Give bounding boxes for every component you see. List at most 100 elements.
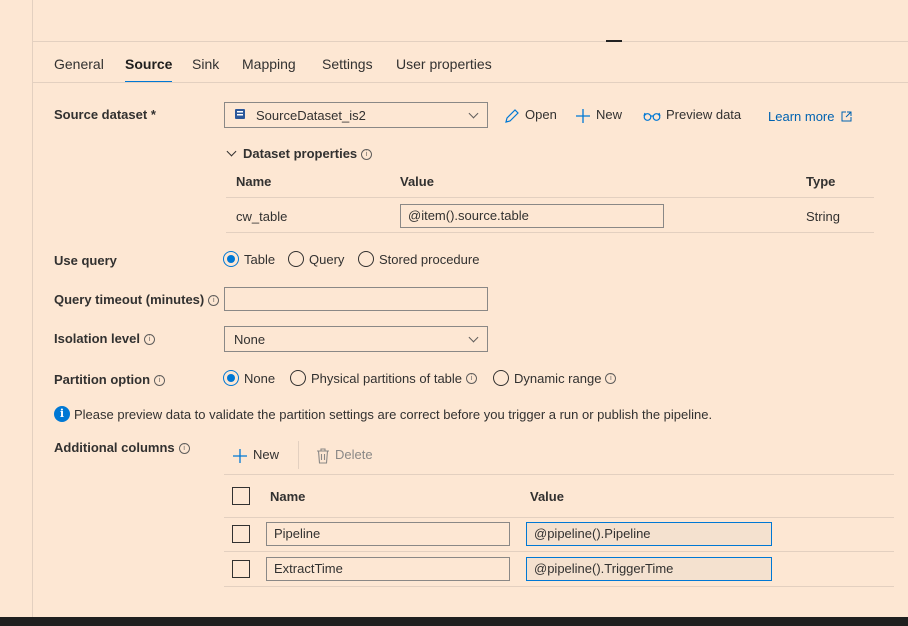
info-icon: i [605, 372, 617, 384]
database-icon [235, 109, 245, 119]
plus-icon [576, 108, 590, 123]
dp-row-value-input[interactable]: @item().source.table [400, 204, 664, 228]
ac-row-divider [224, 551, 894, 552]
minimize-icon[interactable] [606, 40, 622, 42]
tab-settings[interactable]: Settings [322, 56, 373, 72]
source-dataset-dropdown[interactable]: SourceDataset_is2 [224, 102, 488, 128]
tab-mapping[interactable]: Mapping [242, 56, 296, 72]
radio-query-label: Query [309, 251, 345, 267]
panel-top-divider [33, 41, 908, 42]
radio-stored-procedure[interactable]: Stored procedure [358, 251, 479, 267]
info-filled-icon: i [54, 406, 70, 422]
new-label: New [596, 107, 623, 122]
isolation-level-text: Isolation level [54, 331, 140, 346]
ac-header-value: Value [530, 489, 564, 504]
ac-row-value-input[interactable]: @pipeline().TriggerTime [526, 557, 772, 581]
isolation-level-value: None [234, 332, 266, 347]
delete-column-button[interactable]: Delete [316, 447, 373, 464]
additional-columns-label: Additional columns i [54, 440, 190, 455]
new-dataset-button[interactable]: New [575, 107, 622, 124]
radio-table-label: Table [244, 251, 276, 267]
info-icon: i [178, 443, 190, 454]
row-checkbox[interactable] [232, 560, 250, 578]
tabs-divider [33, 82, 908, 83]
delete-column-label: Delete [335, 447, 373, 462]
chevron-down-icon [468, 332, 479, 343]
isolation-level-label: Isolation level i [54, 331, 155, 346]
info-icon: i [208, 295, 220, 306]
partition-option-label: Partition option i [54, 372, 166, 387]
dp-row-type: String [806, 209, 840, 224]
ac-row-divider [224, 586, 894, 587]
radio-physical-partitions-label: Physical partitions of table [311, 370, 463, 386]
row-checkbox[interactable] [232, 525, 250, 543]
dp-header-type: Type [806, 174, 836, 189]
add-column-button[interactable]: New [232, 447, 279, 464]
info-icon: i [361, 149, 373, 160]
partition-notice: i Please preview data to validate the pa… [54, 406, 712, 422]
info-icon: i [154, 375, 166, 386]
select-all-checkbox[interactable] [232, 487, 250, 505]
open-label: Open [525, 107, 557, 122]
bottom-bar [0, 617, 908, 626]
tab-source[interactable]: Source [125, 56, 173, 83]
radio-physical-partitions[interactable]: Physical partitions of table i [290, 370, 478, 386]
radio-unselected-icon [493, 370, 509, 386]
radio-unselected-icon [288, 251, 304, 267]
source-dataset-label: Source dataset * [54, 107, 156, 122]
preview-label: Preview data [666, 107, 742, 122]
learn-more-link[interactable]: Learn more [768, 109, 852, 124]
plus-icon [233, 448, 247, 463]
ac-toolbar-divider [224, 474, 894, 475]
radio-dynamic-range-label: Dynamic range [514, 370, 602, 386]
ac-row-value-input[interactable]: @pipeline().Pipeline [526, 522, 772, 546]
query-timeout-input[interactable] [224, 287, 488, 311]
info-icon: i [143, 334, 155, 345]
tab-sink[interactable]: Sink [192, 56, 219, 72]
preview-data-button[interactable]: Preview data [643, 107, 741, 122]
info-icon: i [466, 372, 478, 384]
ac-row-name-input[interactable]: ExtractTime [266, 557, 510, 581]
radio-unselected-icon [290, 370, 306, 386]
tab-user-properties[interactable]: User properties [396, 56, 492, 72]
radio-dynamic-range[interactable]: Dynamic range i [493, 370, 617, 386]
external-link-icon [841, 111, 852, 122]
open-button[interactable]: Open [504, 107, 557, 124]
source-dataset-value: SourceDataset_is2 [256, 108, 366, 123]
chevron-down-icon [468, 108, 479, 119]
partition-option-text: Partition option [54, 372, 151, 387]
radio-selected-icon [223, 251, 239, 267]
tab-general[interactable]: General [54, 56, 104, 72]
learn-more-label: Learn more [768, 109, 835, 124]
ac-row-name-input[interactable]: Pipeline [266, 522, 510, 546]
radio-partition-none[interactable]: None [223, 370, 275, 386]
radio-query[interactable]: Query [288, 251, 344, 267]
radio-selected-icon [223, 370, 239, 386]
add-column-label: New [253, 447, 280, 462]
pencil-icon [505, 108, 519, 123]
ac-header-divider [224, 517, 894, 518]
use-query-label: Use query [54, 253, 117, 268]
dp-header-name: Name [236, 174, 272, 189]
dp-row-name: cw_table [236, 209, 288, 224]
dataset-properties-label: Dataset properties [243, 146, 358, 161]
isolation-level-dropdown[interactable]: None [224, 326, 488, 352]
left-gutter [0, 0, 33, 617]
trash-icon [317, 448, 329, 464]
glasses-icon [643, 112, 661, 121]
dataset-properties-toggle[interactable]: Dataset properties i [226, 146, 373, 161]
dp-header-divider [226, 197, 874, 198]
query-timeout-label: Query timeout (minutes) i [54, 292, 220, 307]
radio-stored-procedure-label: Stored procedure [379, 251, 480, 267]
toolbar-separator [298, 441, 299, 469]
query-timeout-text: Query timeout (minutes) [54, 292, 205, 307]
chevron-down-icon [226, 146, 237, 157]
radio-table[interactable]: Table [223, 251, 275, 267]
ac-header-name: Name [270, 489, 306, 504]
partition-notice-text: Please preview data to validate the part… [74, 406, 713, 422]
dp-row-divider [226, 232, 874, 233]
radio-partition-none-label: None [244, 370, 276, 386]
dp-header-value: Value [400, 174, 434, 189]
additional-columns-text: Additional columns [54, 440, 175, 455]
radio-unselected-icon [358, 251, 374, 267]
